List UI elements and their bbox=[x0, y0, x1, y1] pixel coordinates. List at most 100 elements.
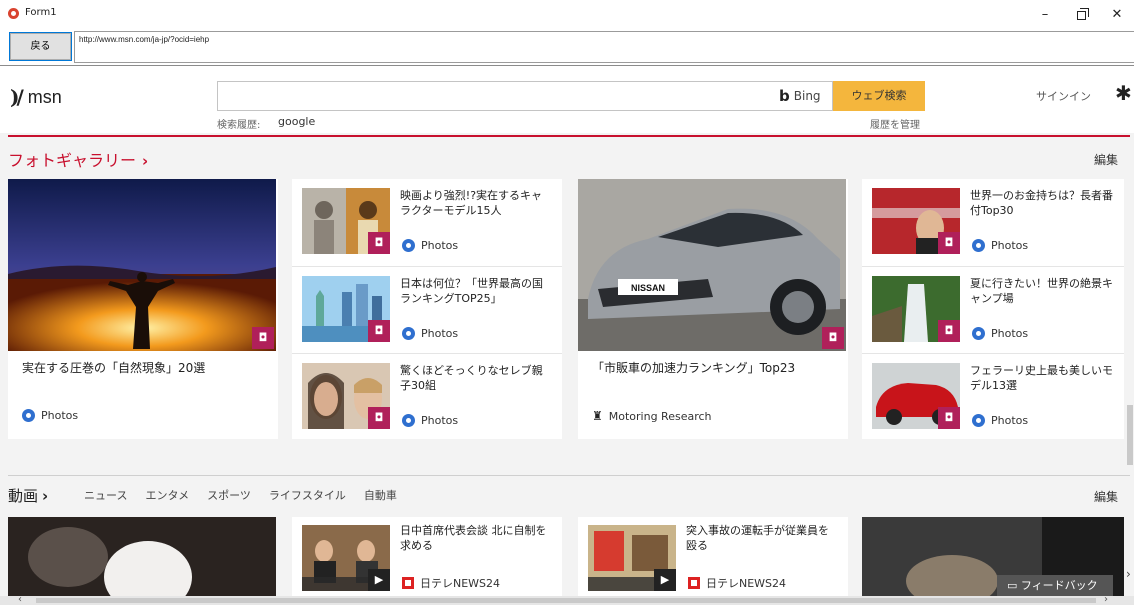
camera-icon: ◘ bbox=[938, 407, 960, 429]
maximize-button[interactable] bbox=[1066, 4, 1096, 26]
chevron-right-icon: › bbox=[142, 152, 149, 170]
close-button[interactable]: ✕ bbox=[1102, 4, 1132, 26]
video-title-text: 突入事故の運転手が従業員を殴る bbox=[686, 524, 829, 552]
back-button[interactable]: 戻る bbox=[9, 32, 72, 61]
characters-photo: ◘ bbox=[302, 188, 390, 254]
card-source: Photos bbox=[402, 414, 458, 427]
horizontal-scrollbar[interactable]: ‹ › bbox=[0, 594, 1134, 605]
card-source-label: Photos bbox=[421, 239, 459, 252]
camera-icon: ◘ bbox=[822, 327, 844, 349]
scroll-right-arrow-icon[interactable]: › bbox=[1104, 594, 1108, 605]
gear-icon[interactable]: ✱ bbox=[1115, 81, 1132, 105]
card-source: Photos bbox=[972, 414, 1028, 427]
manage-history-link[interactable]: 履歴を管理 bbox=[870, 116, 920, 131]
msn-logo[interactable]: )/ msn bbox=[10, 85, 62, 109]
play-icon: ▶ bbox=[654, 569, 676, 591]
browser-content: )/ msn b Bing ウェブ検索 検索履歴: google 履歴を管理 サ… bbox=[0, 67, 1134, 605]
card-title: 「市販車の加速力ランキング」Top23 bbox=[592, 361, 796, 375]
celebs-photo: ◘ bbox=[302, 363, 390, 429]
gallery-column-2: ◘ 映画より強烈!?実在するキャラクターモデル15人 Photos ◘ 日本は何… bbox=[292, 179, 562, 439]
gallery-card-campsites[interactable]: ◘ 夏に行きたい！世界の絶景キャンプ場 Photos bbox=[862, 266, 1124, 352]
card-source-label: Motoring Research bbox=[608, 409, 712, 423]
news-icon bbox=[402, 577, 414, 589]
video-source-label: 日テレNEWS24 bbox=[420, 577, 501, 590]
video-tabs: ニュース エンタメ スポーツ ライフスタイル 自動車 bbox=[84, 487, 397, 503]
photos-icon bbox=[972, 239, 985, 252]
web-search-button[interactable]: ウェブ検索 bbox=[833, 81, 925, 111]
gallery-title[interactable]: フォトギャラリー › bbox=[8, 147, 148, 171]
video-card-dog[interactable] bbox=[8, 517, 276, 605]
gallery-card-car-ranking[interactable]: NISSAN ◘ 「市販車の加速力ランキング」Top23 ♜ Motoring … bbox=[578, 179, 848, 439]
gallery-card-celeb-parents[interactable]: ◘ 驚くほどそっくりなセレブ親子30組 Photos bbox=[292, 353, 562, 439]
video-tab-autos[interactable]: 自動車 bbox=[364, 487, 397, 503]
video-title-text: 動画 bbox=[8, 487, 39, 505]
gallery-card-nature[interactable]: ◘ 実在する圧巻の「自然現象」20選 Photos bbox=[8, 179, 278, 439]
window-title: Form1 bbox=[25, 7, 57, 18]
dog-video-thumbnail bbox=[8, 517, 276, 605]
signin-link[interactable]: サインイン bbox=[1036, 88, 1091, 104]
card-title: フェラーリ史上最も美しいモデル13選 bbox=[970, 364, 1113, 392]
card-source-label: Photos bbox=[421, 414, 459, 427]
butterfly-icon: )/ bbox=[10, 85, 24, 109]
section-divider bbox=[8, 135, 1130, 137]
video-source: 日テレNEWS24 bbox=[402, 575, 500, 591]
play-icon: ▶ bbox=[368, 569, 390, 591]
gallery-title-text: フォトギャラリー bbox=[8, 151, 137, 170]
camera-icon: ◘ bbox=[938, 320, 960, 342]
restore-icon bbox=[1076, 8, 1089, 20]
photos-icon bbox=[402, 327, 415, 340]
video-tab-news[interactable]: ニュース bbox=[84, 487, 127, 503]
scroll-right-chevron-icon[interactable]: › bbox=[1126, 567, 1131, 581]
app-icon bbox=[8, 8, 19, 19]
video-divider bbox=[8, 475, 1130, 476]
video-tab-lifestyle[interactable]: ライフスタイル bbox=[269, 487, 346, 503]
search-history-label: 検索履歴: bbox=[217, 120, 261, 131]
card-source: Photos bbox=[402, 327, 458, 340]
gallery-card-ferrari[interactable]: ◘ フェラーリ史上最も美しいモデル13選 Photos bbox=[862, 353, 1124, 439]
feedback-button[interactable]: ▭ フィードバック bbox=[997, 575, 1113, 597]
video-edit-link[interactable]: 編集 bbox=[1094, 488, 1118, 505]
video-card-1[interactable]: ▶ 日中首席代表会談 北に自制を求める 日テレNEWS24 bbox=[292, 517, 562, 597]
chevron-right-icon: › bbox=[42, 487, 49, 505]
feedback-label: フィードバック bbox=[1020, 579, 1098, 592]
url-field[interactable]: http://www.msn.com/ja-jp/?ocid=iehp bbox=[74, 31, 1134, 63]
card-source-label: Photos bbox=[991, 239, 1029, 252]
card-title: 驚くほどそっくりなセレブ親子30組 bbox=[400, 364, 543, 392]
video-title-text: 日中首席代表会談 北に自制を求める bbox=[400, 524, 547, 552]
video-source-label: 日テレNEWS24 bbox=[706, 577, 787, 590]
bing-label: b Bing bbox=[779, 87, 821, 105]
video-title[interactable]: 動画 › bbox=[8, 485, 48, 506]
card-title: 映画より強烈!?実在するキャラクターモデル15人 bbox=[400, 189, 543, 217]
minimize-button[interactable]: – bbox=[1030, 4, 1060, 26]
card-title: 実在する圧巻の「自然現象」20選 bbox=[22, 361, 206, 375]
video-card-2[interactable]: ▶ 突入事故の運転手が従業員を殴る 日テレNEWS24 bbox=[578, 517, 848, 597]
photos-icon bbox=[402, 239, 415, 252]
gallery-card-characters[interactable]: ◘ 映画より強烈!?実在するキャラクターモデル15人 Photos bbox=[292, 179, 562, 265]
photos-icon bbox=[972, 327, 985, 340]
gallery-card-country-ranking[interactable]: ◘ 日本は何位？「世界最高の国ランキングTOP25」 Photos bbox=[292, 266, 562, 352]
horizontal-scrollbar-thumb[interactable] bbox=[36, 598, 1096, 603]
search-input[interactable] bbox=[217, 81, 833, 111]
card-source: Photos bbox=[402, 239, 458, 252]
video-tab-sports[interactable]: スポーツ bbox=[207, 487, 251, 503]
motoring-research-icon: ♜ bbox=[592, 409, 603, 423]
card-source-label: Photos bbox=[421, 327, 459, 340]
card-source: ♜ Motoring Research bbox=[592, 409, 712, 423]
card-title: 世界一のお金持ちは？長者番付Top30 bbox=[970, 189, 1113, 217]
msn-header: )/ msn b Bing ウェブ検索 検索履歴: google 履歴を管理 サ… bbox=[0, 67, 1134, 133]
video-tab-entertainment[interactable]: エンタメ bbox=[145, 487, 189, 503]
nissan-plate-text: NISSAN bbox=[631, 283, 665, 293]
gallery-card-billionaires[interactable]: ◘ 世界一のお金持ちは？長者番付Top30 Photos bbox=[862, 179, 1124, 265]
window-titlebar: Form1 – ✕ bbox=[0, 0, 1134, 30]
camera-icon: ◘ bbox=[368, 232, 390, 254]
photos-icon bbox=[402, 414, 415, 427]
vertical-scrollbar-thumb[interactable] bbox=[1127, 405, 1133, 465]
gallery-edit-link[interactable]: 編集 bbox=[1094, 151, 1118, 168]
bing-icon: b bbox=[779, 87, 790, 105]
camera-icon: ◘ bbox=[368, 320, 390, 342]
search-history-item[interactable]: google bbox=[278, 115, 315, 128]
feedback-icon: ▭ bbox=[1007, 579, 1021, 592]
msn-logo-text: msn bbox=[27, 86, 62, 107]
video-thumbnail: ▶ bbox=[302, 525, 390, 591]
scroll-left-arrow-icon[interactable]: ‹ bbox=[18, 594, 22, 605]
